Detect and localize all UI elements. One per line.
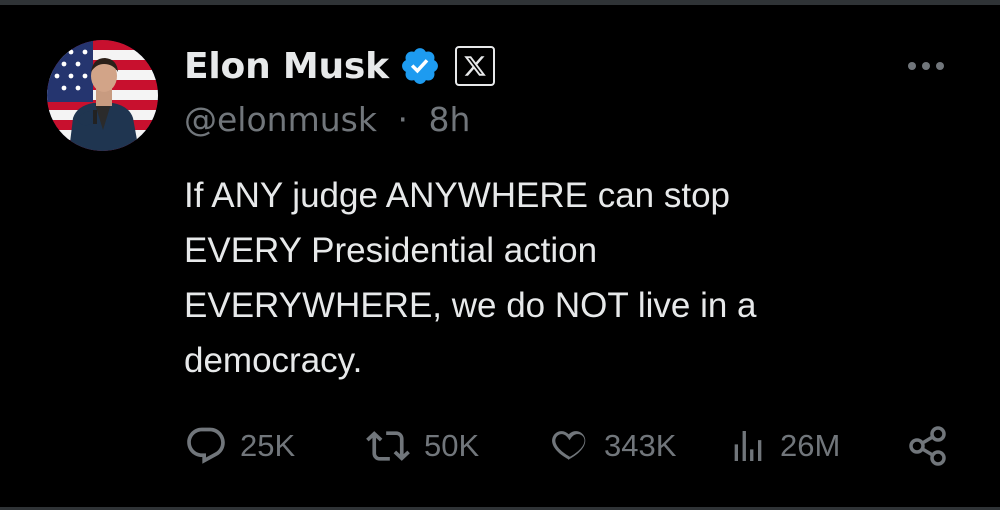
reply-icon xyxy=(187,427,225,464)
tweet-time[interactable]: 8h xyxy=(428,100,470,139)
repost-count: 50K xyxy=(424,428,480,463)
more-dots-icon xyxy=(908,62,944,70)
author-name[interactable]: Elon Musk xyxy=(184,46,389,87)
reply-button[interactable]: 25K xyxy=(184,420,295,472)
tweet-text-line: If ANY judge ANYWHERE can stop xyxy=(184,176,731,215)
views-icon xyxy=(734,431,762,461)
tweet-text-line: EVERY Presidential action xyxy=(184,231,598,270)
more-options-button[interactable] xyxy=(904,56,948,76)
top-divider xyxy=(0,0,1000,5)
views-button[interactable]: 26M xyxy=(728,420,840,472)
avatar[interactable] xyxy=(47,40,158,151)
tweet-text: If ANY judge ANYWHERE can stop EVERY Pre… xyxy=(184,168,964,388)
reply-count: 25K xyxy=(240,428,296,463)
tweet-text-line: democracy. xyxy=(184,341,363,380)
x-logo-icon[interactable] xyxy=(454,46,495,86)
action-bar: 25K 50K 343K 26M xyxy=(184,420,954,472)
handle-row: @elonmusk · 8h xyxy=(184,100,470,139)
repost-button[interactable]: 50K xyxy=(364,420,479,472)
share-button[interactable] xyxy=(906,420,950,472)
heart-icon xyxy=(552,431,586,460)
repost-icon xyxy=(366,431,410,461)
author-row: Elon Musk xyxy=(184,42,495,90)
share-icon xyxy=(909,426,946,466)
views-count: 26M xyxy=(780,428,841,463)
tweet-text-line: EVERYWHERE, we do NOT live in a xyxy=(184,286,757,325)
avatar-image xyxy=(47,40,158,151)
verified-badge-icon[interactable] xyxy=(399,44,443,88)
meta-separator: · xyxy=(397,100,408,139)
author-handle[interactable]: @elonmusk xyxy=(184,100,377,139)
like-count: 343K xyxy=(604,428,677,463)
like-button[interactable]: 343K xyxy=(546,420,676,472)
